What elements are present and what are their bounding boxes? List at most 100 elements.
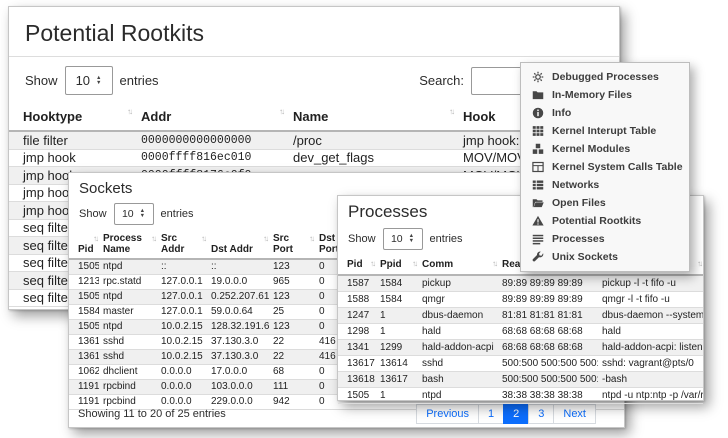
cell: 37.130.3.0 <box>207 335 269 350</box>
cell: 0.0.0.0 <box>157 380 207 395</box>
cell: 1505 <box>338 388 376 404</box>
cell: 127.0.0.1 <box>157 305 207 320</box>
page-size-value: 10 <box>76 73 90 88</box>
cell: 17.0.0.0 <box>207 365 269 380</box>
menu-item-info[interactable]: Info <box>521 104 689 122</box>
list-icon <box>532 233 544 245</box>
table-row: 13411299hald-addon-acpi68:68 68:68 68:68… <box>338 340 703 356</box>
cell: 1191 <box>69 380 99 395</box>
cell: 128.32.191.61 <box>207 320 269 335</box>
cell: hald-addon-acpi <box>418 340 498 356</box>
cell: hald <box>598 324 703 340</box>
pagination-next-button[interactable]: Next <box>553 404 596 424</box>
entries-label: entries <box>430 233 463 245</box>
pagination-page-3[interactable]: 3 <box>528 404 554 424</box>
cell: 1247 <box>338 308 376 324</box>
cell: dhclient <box>99 365 157 380</box>
table-info: Showing 11 to 20 of 25 entries <box>78 408 226 420</box>
menu-item-label: Kernel System Calls Table <box>552 161 683 173</box>
cell: 89:89 89:89 89:89 <box>498 275 598 292</box>
cell: 500:500 500:500 500:500 <box>498 356 598 372</box>
cell: 1062 <box>69 365 99 380</box>
sort-arrows-icon: ↑↓ <box>492 259 496 268</box>
menu-item-kernel-modules[interactable]: Kernel Modules <box>521 140 689 158</box>
menu-item-potential-rootkits[interactable]: Potential Rootkits <box>521 212 689 230</box>
column-header-process-name[interactable]: Process Name↑↓ <box>99 230 157 259</box>
menu-item-label: Processes <box>552 233 605 245</box>
cell: 1 <box>376 324 418 340</box>
column-header-label: Addr <box>141 109 171 124</box>
cell: :: <box>207 259 269 275</box>
folder-open-icon <box>532 197 544 209</box>
table-icon <box>532 161 544 173</box>
cubes-icon <box>532 143 544 155</box>
menu-item-unix-sockets[interactable]: Unix Sockets <box>521 248 689 266</box>
column-header-name[interactable]: Name↑↓ <box>285 103 455 131</box>
cell: 965 <box>269 275 315 290</box>
menu-item-label: Open Files <box>552 197 606 209</box>
cell: 0.0.0.0 <box>157 365 207 380</box>
cell: file filter <box>9 131 133 149</box>
menu-item-label: In-Memory Files <box>552 89 632 101</box>
column-header-label: Ppid <box>380 259 402 270</box>
info-circle-icon <box>532 107 544 119</box>
cell: 1588 <box>338 292 376 308</box>
page-size-value: 10 <box>122 208 134 220</box>
menu-item-debugged-processes[interactable]: Debugged Processes <box>521 68 689 86</box>
cell: 1298 <box>338 324 376 340</box>
page-size-select[interactable]: 10 ▲▼ <box>65 66 113 95</box>
sort-arrows-icon: ↑↓ <box>263 234 267 243</box>
pagination-page-1[interactable]: 1 <box>478 404 504 424</box>
cell: 10.0.2.15 <box>157 320 207 335</box>
menu-item-networks[interactable]: Networks <box>521 176 689 194</box>
menu-item-processes[interactable]: Processes <box>521 230 689 248</box>
column-header-label: Hooktype <box>23 109 82 124</box>
cell: 19.0.0.0 <box>207 275 269 290</box>
column-header-addr[interactable]: Addr↑↓ <box>133 103 285 131</box>
menu-item-open-files[interactable]: Open Files <box>521 194 689 212</box>
cell: 1505 <box>69 259 99 275</box>
cell: 1213 <box>69 275 99 290</box>
cell: 1 <box>376 388 418 404</box>
sort-arrows-icon: ↑↓ <box>697 259 701 268</box>
pagination-previous-button[interactable]: Previous <box>416 404 479 424</box>
menu-item-label: Unix Sockets <box>552 251 618 263</box>
column-header-pid[interactable]: Pid↑↓ <box>69 230 99 259</box>
column-header-dst-addr[interactable]: Dst Addr↑↓ <box>207 230 269 259</box>
cell: 103.0.0.0 <box>207 380 269 395</box>
column-header-src-addr[interactable]: Src Addr↑↓ <box>157 230 207 259</box>
cell: 1505 <box>69 320 99 335</box>
cell: ntpd <box>99 290 157 305</box>
menu-item-kernel-system-calls-table[interactable]: Kernel System Calls Table <box>521 158 689 176</box>
sockets-table-footer: Showing 11 to 20 of 25 entries Previous1… <box>69 404 624 424</box>
cell: 123 <box>269 320 315 335</box>
cell: hald-addon-acpi: listening on <box>598 340 703 356</box>
cell: hald <box>418 324 498 340</box>
cell: 13614 <box>69 335 99 350</box>
page-size-select[interactable]: 10 ▲▼ <box>114 203 154 225</box>
cell: 1299 <box>376 340 418 356</box>
column-header-comm[interactable]: Comm↑↓ <box>418 255 498 275</box>
menu-item-in-memory-files[interactable]: In-Memory Files <box>521 86 689 104</box>
cell: dbus-daemon <box>418 308 498 324</box>
page-size-select[interactable]: 10 ▲▼ <box>383 228 423 250</box>
column-header-ppid[interactable]: Ppid ↑↓ <box>376 255 418 275</box>
show-label: Show <box>348 233 376 245</box>
cell: 127.0.0.1 <box>157 275 207 290</box>
wrench-icon <box>532 251 544 263</box>
cell: 1584 <box>376 275 418 292</box>
cell: 38:38 38:38 38:38 <box>498 388 598 404</box>
sort-arrows-icon: ↑↓ <box>151 234 155 243</box>
menu-item-kernel-interupt-table[interactable]: Kernel Interupt Table <box>521 122 689 140</box>
column-header-pid[interactable]: Pid↑↓ <box>338 255 376 275</box>
folder-icon <box>532 89 544 101</box>
sort-arrows-icon: ↑↓ <box>93 234 97 243</box>
sort-arrows-icon: ↑↓ <box>412 259 416 268</box>
column-header-hooktype[interactable]: Hooktype↑↓ <box>9 103 133 131</box>
page-size-value: 10 <box>391 233 403 245</box>
table-row: 15871584pickup89:89 89:89 89:89pickup -l… <box>338 275 703 292</box>
menu-item-label: Potential Rootkits <box>552 215 641 227</box>
column-header-src-port[interactable]: Src Port↑↓ <box>269 230 315 259</box>
pagination-page-2[interactable]: 2 <box>503 404 529 424</box>
cell: 13618 <box>338 372 376 388</box>
